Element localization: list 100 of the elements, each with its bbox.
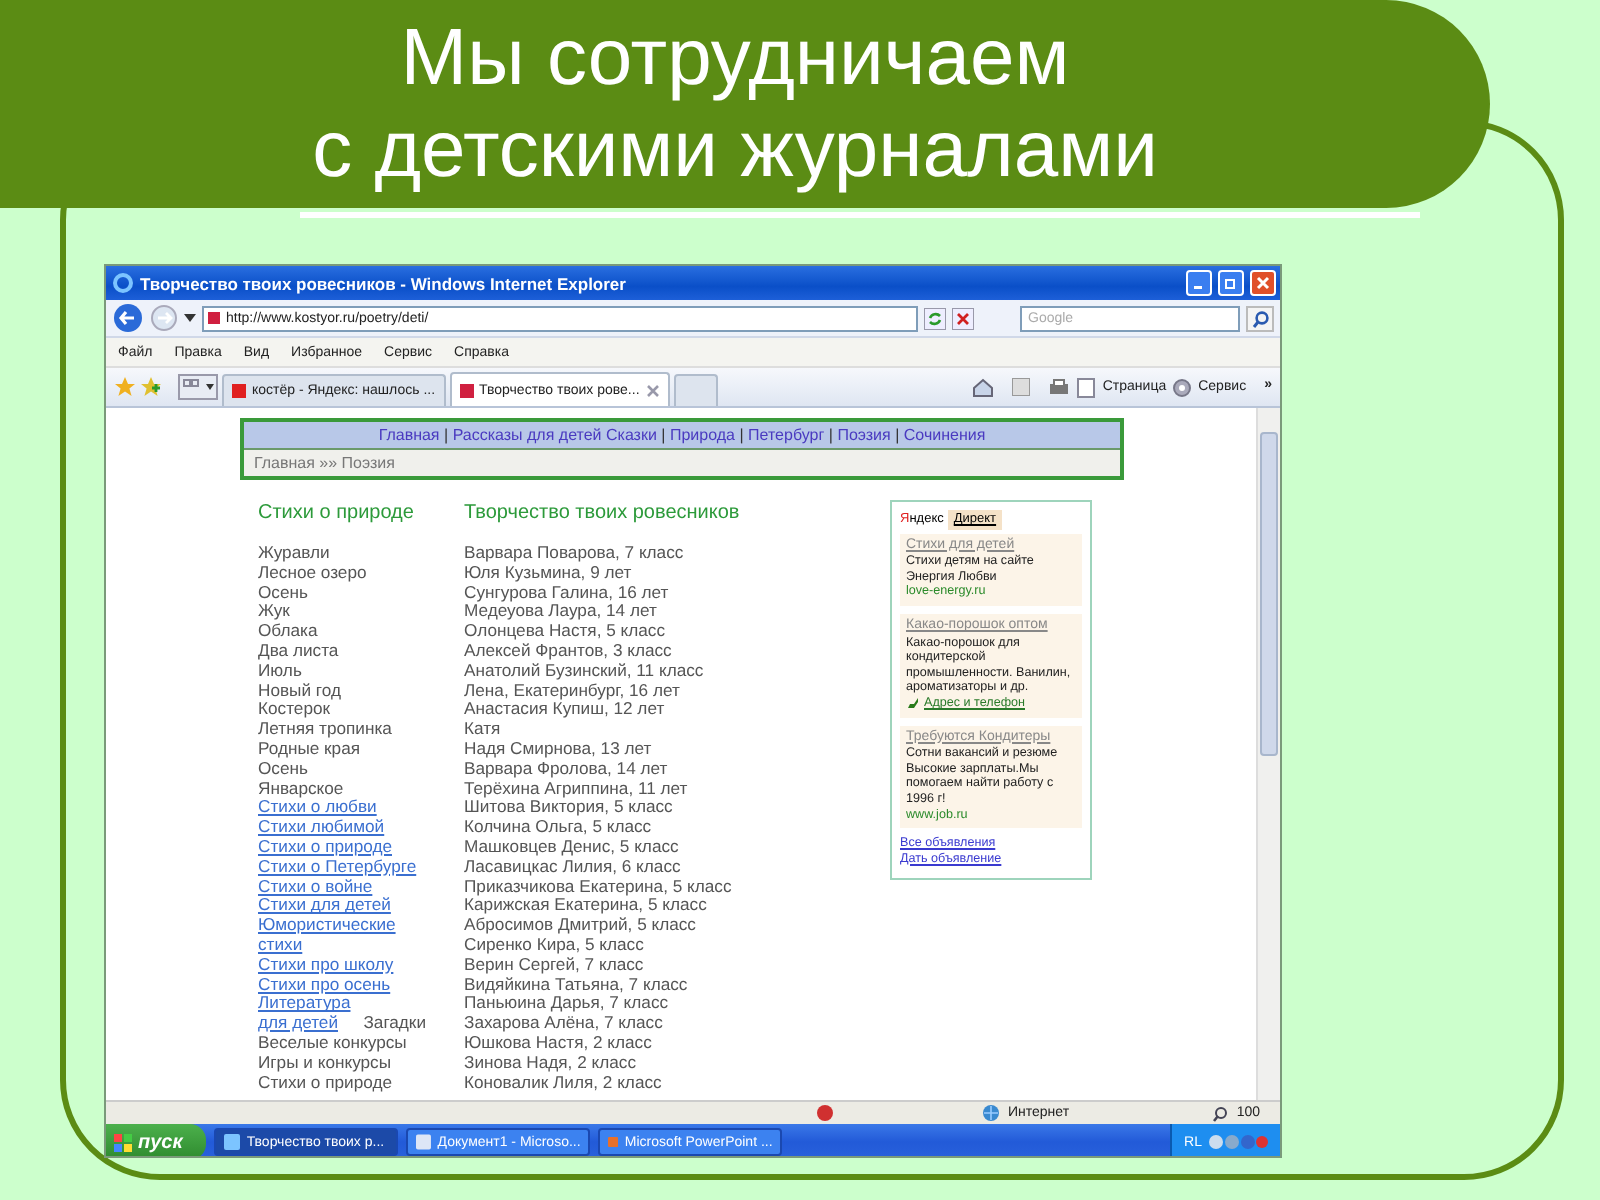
author-name: Лена, Екатеринбург, 16 лет bbox=[464, 681, 682, 701]
poem-title: Жук bbox=[258, 602, 290, 623]
gear-icon bbox=[1172, 377, 1193, 397]
app-icon bbox=[608, 1134, 619, 1150]
author-name: Анатолий Бузинский, 11 класс bbox=[464, 661, 706, 682]
nav-link[interactable]: Рассказы для детей bbox=[452, 426, 602, 444]
poem-title: Игры и конкурсы bbox=[258, 1053, 392, 1074]
nav-separator: | bbox=[661, 426, 666, 444]
poem-link[interactable]: Юмористические стихи bbox=[258, 916, 426, 956]
close-tab-icon[interactable] bbox=[645, 383, 660, 397]
tray-icons bbox=[1208, 1134, 1268, 1150]
poem-link[interactable]: Стихи о Петербурге bbox=[258, 857, 417, 878]
nav-link[interactable]: Главная bbox=[378, 426, 440, 444]
author-name: Карижская Екатерина, 5 класс bbox=[464, 896, 709, 917]
author-name: Машковцев Денис, 5 класс bbox=[464, 837, 681, 858]
author-name: Олонцева Настя, 5 класс bbox=[464, 622, 668, 642]
author-name: Приказчикова Екатерина, 5 класс bbox=[464, 877, 734, 897]
author-name: Терёхина Агриппина, 11 лет bbox=[464, 779, 690, 799]
dropdown-icon[interactable] bbox=[184, 314, 196, 322]
nav-link[interactable]: Сказки bbox=[605, 426, 657, 444]
breadcrumb: Главная »» Поэзия bbox=[244, 448, 1120, 476]
poem-link[interactable]: Стихи о природе bbox=[258, 837, 392, 858]
author-name: Алексей Франтов, 3 класс bbox=[464, 641, 674, 662]
poem-title: Костерок bbox=[258, 700, 331, 721]
poem-link[interactable]: Стихи любимой bbox=[258, 818, 385, 838]
poem-title: Январское bbox=[258, 779, 344, 799]
author-name: Шитова Виктория, 5 класс bbox=[464, 798, 675, 819]
zoom-icon bbox=[1212, 1105, 1229, 1121]
author-name: Захарова Алёна, 7 класс bbox=[464, 1014, 665, 1034]
poem-title: Новый год bbox=[258, 681, 341, 701]
stop-button[interactable] bbox=[952, 307, 974, 329]
poem-link[interactable]: Стихи о любви bbox=[258, 798, 377, 819]
poem-title: Стихи о природе bbox=[258, 1073, 392, 1093]
poem-title: Осень bbox=[258, 583, 308, 603]
refresh-button[interactable] bbox=[924, 307, 946, 329]
nav-separator: | bbox=[895, 426, 900, 444]
poem-title: Лесное озеро bbox=[258, 563, 367, 584]
author-name: Надя Смирнова, 13 лет bbox=[464, 739, 654, 760]
app-icon bbox=[416, 1134, 432, 1150]
poem-title: Облака bbox=[258, 622, 318, 642]
poem-link[interactable]: Стихи о войне bbox=[258, 877, 373, 897]
minimize-button[interactable] bbox=[1186, 270, 1212, 296]
app-icon bbox=[224, 1134, 241, 1150]
nav-separator: | bbox=[828, 426, 833, 444]
poem-link[interactable]: Стихи про школу bbox=[258, 955, 394, 976]
author-name: Верин Сергей, 7 класс bbox=[464, 955, 646, 976]
nav-separator: | bbox=[444, 426, 449, 444]
nav-link[interactable]: Поэзия bbox=[837, 426, 891, 444]
author-name: Катя bbox=[464, 720, 503, 740]
author-name: Юшкова Настя, 2 класс bbox=[464, 1033, 654, 1054]
poem-title: Загадки bbox=[363, 1014, 426, 1034]
nav-separator: | bbox=[739, 426, 744, 444]
poem-link[interactable]: Литература для детей bbox=[258, 994, 358, 1034]
scrollbar[interactable] bbox=[1256, 408, 1280, 1100]
browser-logo-icon bbox=[112, 272, 134, 294]
author-name: Колчина Ольга, 5 класс bbox=[464, 818, 654, 838]
author-name: Анастасия Купиш, 12 лет bbox=[464, 700, 667, 721]
poem-title: Родные края bbox=[258, 739, 361, 760]
author-name: Зинова Надя, 2 класс bbox=[464, 1053, 638, 1074]
start-button[interactable]: пуск bbox=[106, 1124, 207, 1156]
star-icon[interactable] bbox=[114, 376, 136, 398]
quick-tabs-icon[interactable] bbox=[178, 374, 218, 400]
slide-title: Мы сотрудничаем bbox=[400, 12, 1070, 104]
printer-icon[interactable] bbox=[1048, 377, 1071, 397]
poem-title: Осень bbox=[258, 759, 308, 780]
home-icon[interactable] bbox=[972, 377, 995, 397]
author-name: Ласавицкас Лилия, 6 класс bbox=[464, 857, 683, 878]
author-name: Коновалик Лиля, 2 класс bbox=[464, 1073, 664, 1093]
close-button[interactable] bbox=[1250, 270, 1276, 296]
poem-link[interactable]: Стихи про осень bbox=[258, 975, 391, 995]
section-heading: Стихи о природе bbox=[258, 502, 416, 526]
author-name: Медеуова Лаура, 14 лет bbox=[464, 602, 659, 623]
nav-link[interactable]: Сочинения bbox=[903, 426, 986, 444]
author-name: Юля Кузьмина, 9 лет bbox=[464, 563, 634, 584]
slide-title: с детскими журналами bbox=[312, 104, 1158, 196]
author-name: Сиренко Кира, 5 класс bbox=[464, 935, 646, 956]
back-button[interactable] bbox=[112, 302, 144, 334]
author-name: Сунгурова Галина, 16 лет bbox=[464, 583, 671, 603]
search-button[interactable] bbox=[1246, 305, 1274, 331]
window-title: Творчество твоих ровесников - Windows Internet Explorer bbox=[140, 273, 628, 293]
author-name: Абросимов Дмитрий, 5 класс bbox=[464, 916, 698, 936]
author-name: Варвара Фролова, 14 лет bbox=[464, 759, 670, 780]
restore-icon bbox=[1224, 276, 1238, 290]
maximize-button[interactable] bbox=[1218, 270, 1244, 296]
poem-title: Летняя тропинка bbox=[258, 720, 392, 740]
author-name: Видяйкина Татьяна, 7 класс bbox=[464, 975, 690, 995]
globe-icon bbox=[982, 1104, 1000, 1122]
section-heading: Творчество твоих ровесников bbox=[464, 502, 742, 526]
nav-link[interactable]: Природа bbox=[669, 426, 735, 444]
add-favorite-icon[interactable] bbox=[140, 376, 162, 398]
search-icon bbox=[1251, 309, 1269, 327]
nav-link[interactable]: Петербург bbox=[748, 426, 825, 444]
poem-title: Журавли bbox=[258, 544, 330, 564]
author-name: Варвара Поварова, 7 класс bbox=[464, 544, 686, 564]
poem-title: Июль bbox=[258, 661, 302, 682]
windows-logo-icon bbox=[114, 1133, 132, 1151]
close-icon bbox=[1256, 276, 1270, 290]
poem-title: Два листа bbox=[258, 641, 339, 662]
poem-title: Веселые конкурсы bbox=[258, 1033, 407, 1054]
poem-link[interactable]: Стихи для детей bbox=[258, 896, 391, 917]
